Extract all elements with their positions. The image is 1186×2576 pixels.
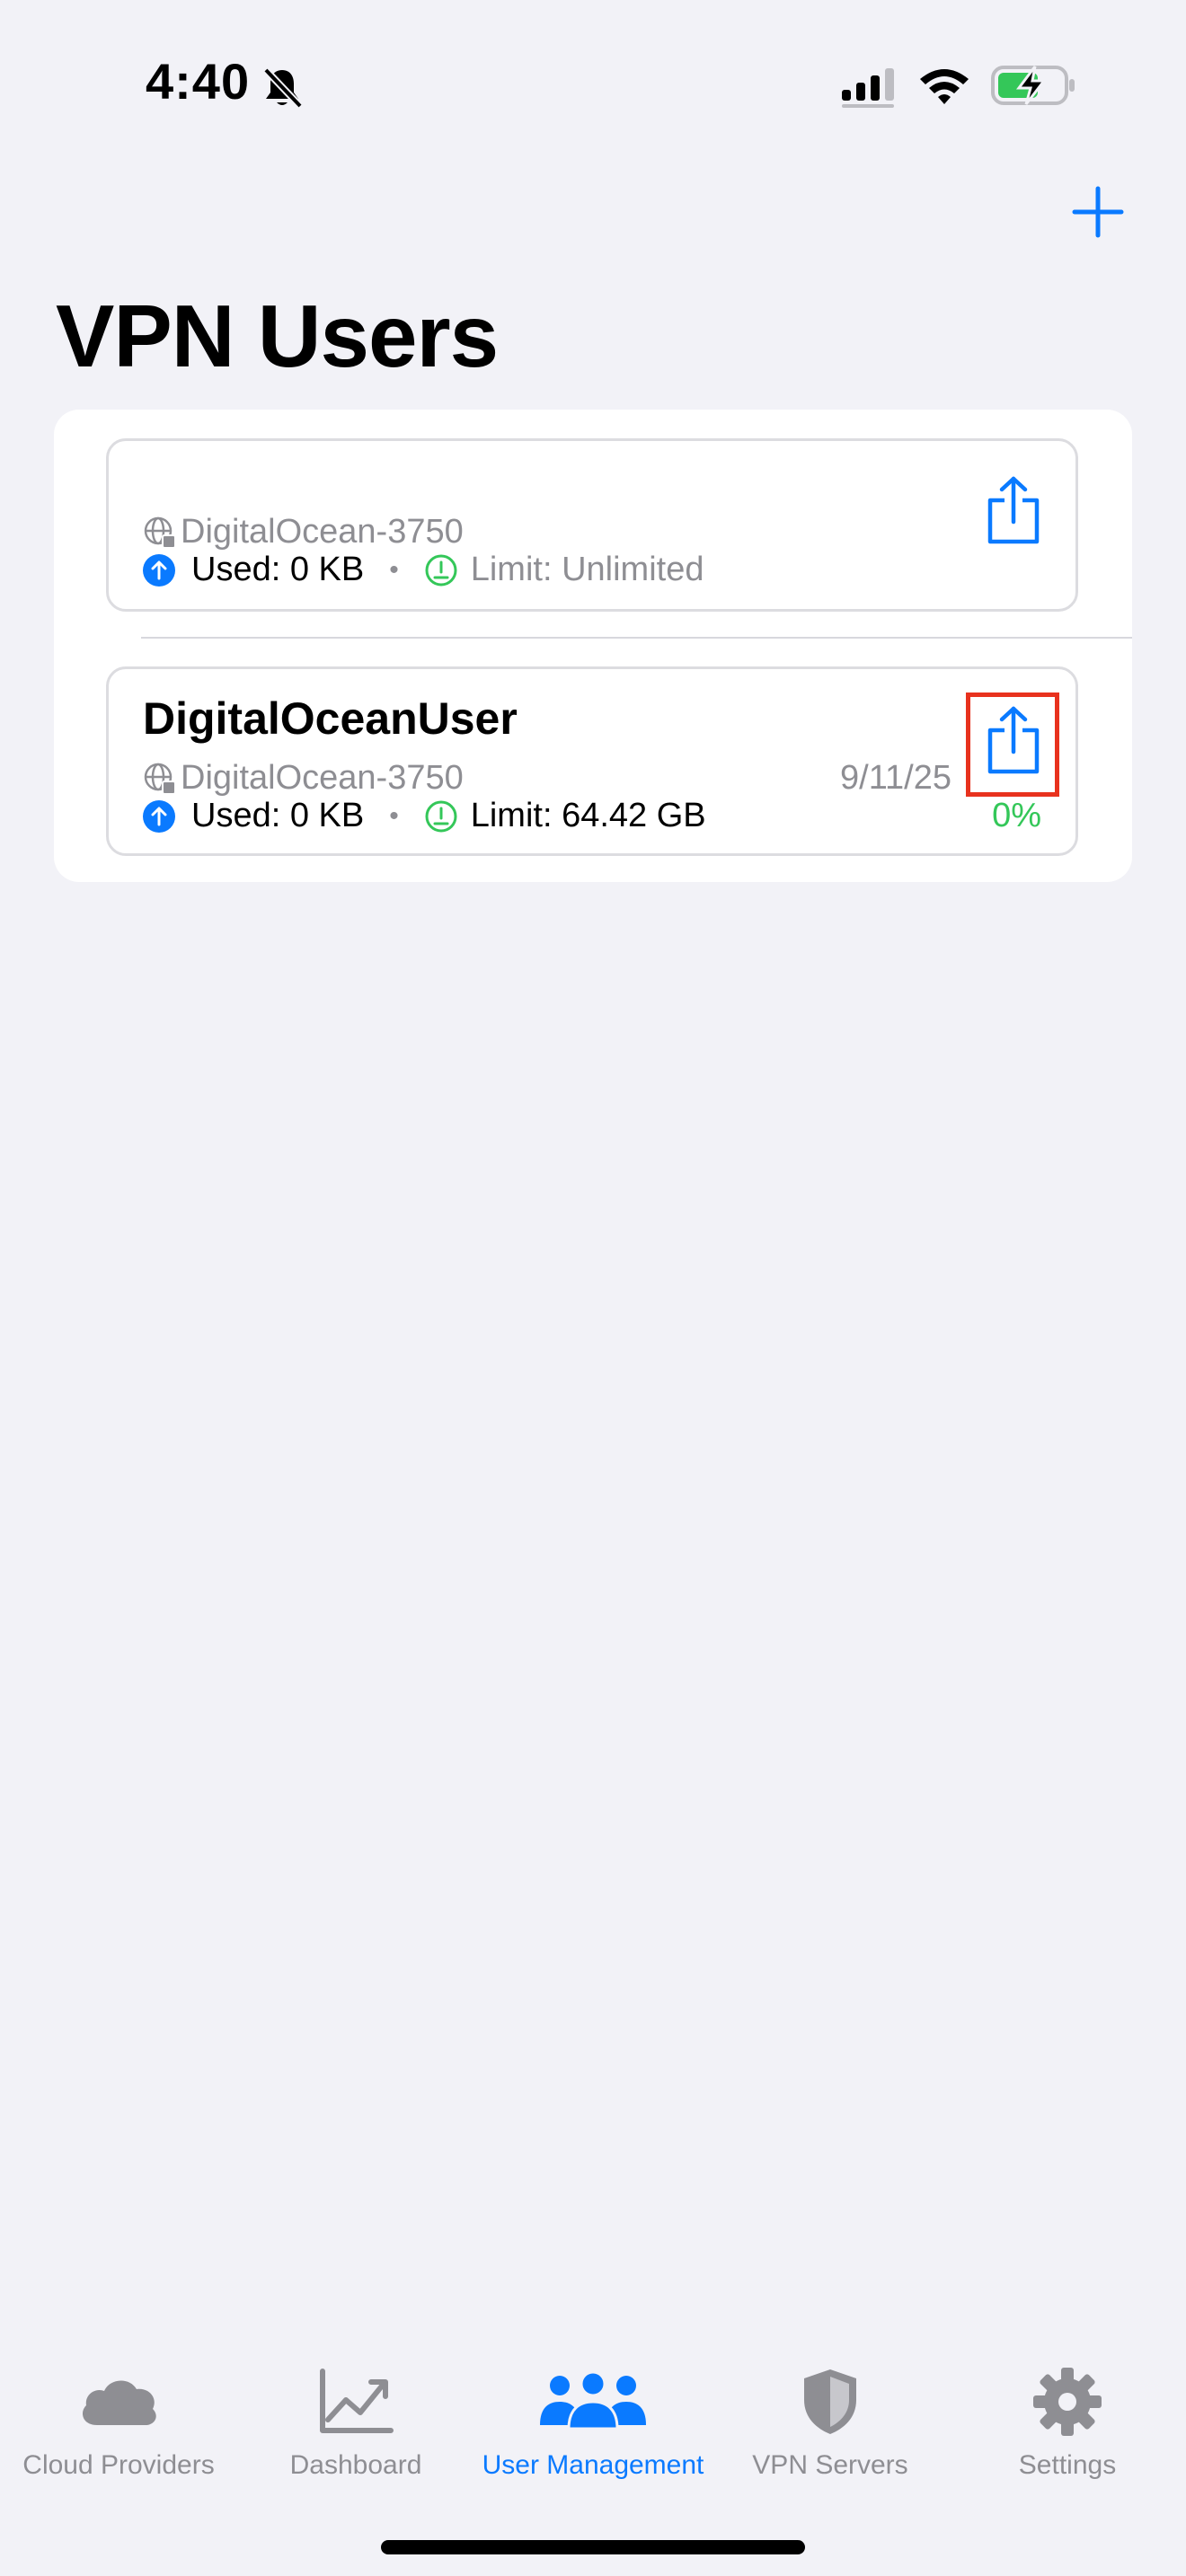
usage-row: Used: 0 KB • Limit: 64.42 GB [143, 797, 706, 835]
upload-arrow-icon [143, 553, 175, 587]
bell-muted-icon [263, 67, 303, 109]
status-bar: 4:40 [0, 0, 1186, 171]
share-button[interactable] [985, 705, 1042, 780]
globe-server-icon [144, 763, 176, 795]
share-icon [987, 476, 1040, 544]
add-user-button[interactable] [1066, 180, 1130, 244]
status-time: 4:40 [146, 53, 251, 110]
cellular-signal-icon [842, 68, 894, 108]
share-icon [987, 706, 1040, 774]
shield-icon [804, 2369, 856, 2434]
chart-icon [320, 2369, 394, 2433]
globe-server-icon [144, 516, 176, 549]
user-card[interactable]: DigitalOcean-3750 Used: 0 KB • Limit: Un… [106, 438, 1078, 612]
page-title: VPN Users [56, 287, 499, 385]
gauge-icon [425, 800, 457, 832]
tab-label: Settings [1018, 2450, 1117, 2480]
home-indicator [381, 2540, 805, 2554]
limit-text: Limit: 64.42 GB [470, 797, 706, 834]
tab-vpn-servers[interactable]: VPN Servers [712, 2366, 949, 2481]
tab-user-management[interactable]: User Management [474, 2366, 712, 2481]
used-text: Used: 0 KB [191, 551, 365, 588]
gear-icon [1033, 2368, 1102, 2436]
tab-settings[interactable]: Settings [949, 2366, 1186, 2481]
tab-label: Dashboard [289, 2450, 422, 2480]
tab-label: VPN Servers [752, 2450, 908, 2480]
usage-percent: 0% [992, 797, 1041, 834]
used-text: Used: 0 KB [191, 797, 365, 834]
wifi-icon [920, 69, 969, 104]
separator-dot: • [389, 800, 399, 831]
limit-text: Limit: Unlimited [470, 551, 704, 588]
server-row: DigitalOcean-3750 [143, 513, 464, 551]
gauge-icon [425, 554, 457, 586]
tab-label: Cloud Providers [22, 2450, 215, 2480]
tab-cloud-providers[interactable]: Cloud Providers [0, 2366, 237, 2481]
server-name: DigitalOcean-3750 [181, 759, 464, 797]
server-row: DigitalOcean-3750 [143, 759, 464, 798]
people-icon [540, 2370, 646, 2430]
upload-arrow-icon [143, 799, 175, 833]
cloud-icon [83, 2380, 156, 2425]
user-name: DigitalOceanUser [143, 693, 518, 744]
share-button[interactable] [985, 475, 1042, 550]
battery-charging-icon [991, 66, 1075, 105]
server-name: DigitalOcean-3750 [181, 513, 464, 551]
usage-row: Used: 0 KB • Limit: Unlimited [143, 551, 704, 589]
separator-dot: • [389, 554, 399, 585]
tab-dashboard[interactable]: Dashboard [237, 2366, 474, 2481]
created-date: 9/11/25 [840, 759, 951, 797]
tab-label: User Management [482, 2450, 704, 2480]
user-card[interactable]: DigitalOceanUser DigitalOcean-3750 Used:… [106, 666, 1078, 856]
list-separator [141, 637, 1132, 639]
